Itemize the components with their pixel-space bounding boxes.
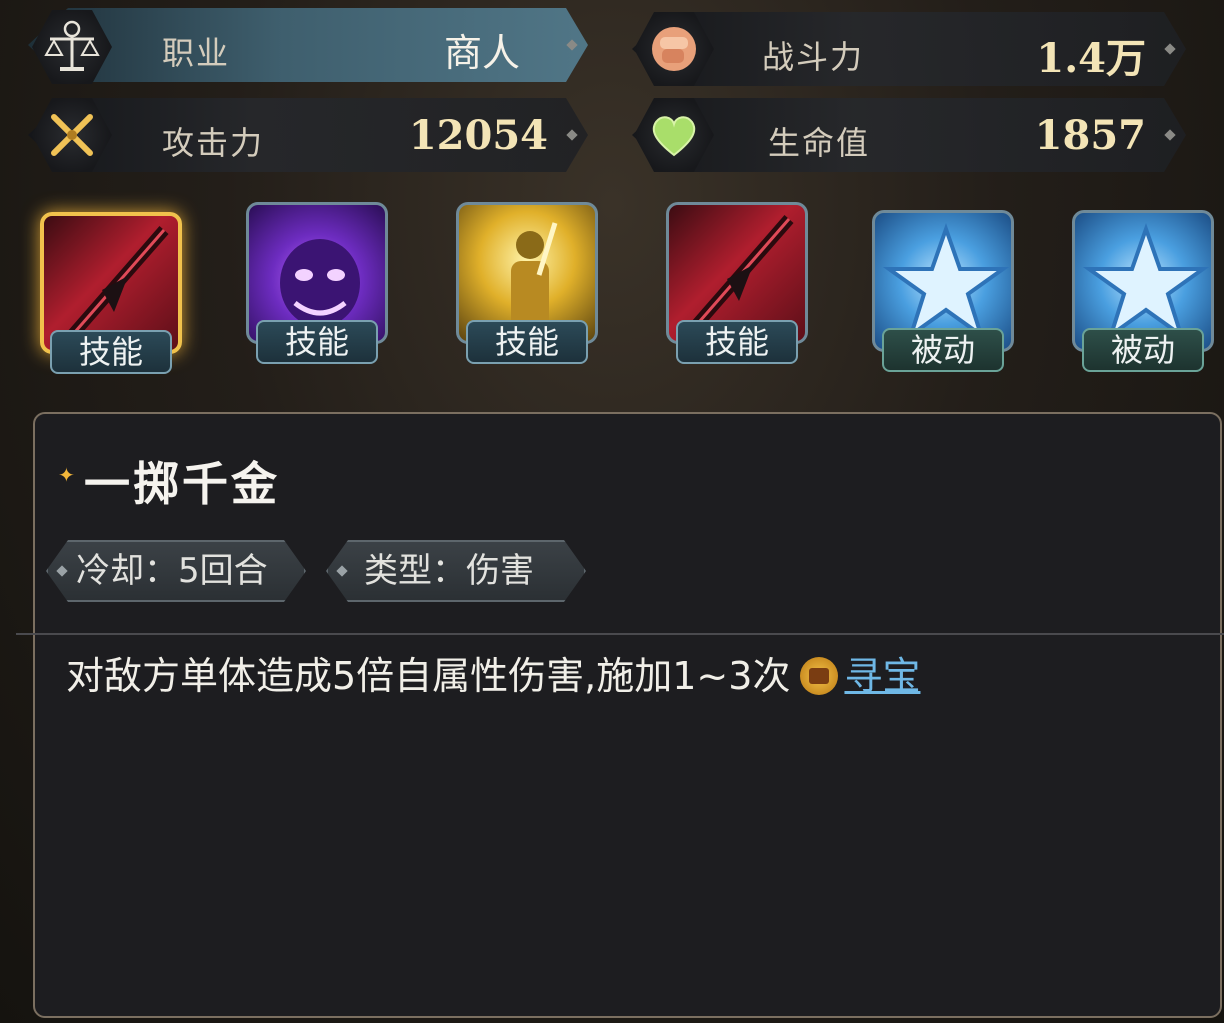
diamond-icon [56, 565, 67, 576]
stat-attack-label: 攻击力 [162, 124, 265, 162]
passive-card-2[interactable]: 被动 [1072, 210, 1214, 372]
cooldown-text: 冷却：5回合 [76, 551, 268, 591]
skill-description: 对敌方单体造成5倍自属性伤害,施加1~3次 寻宝 [66, 645, 920, 701]
skill-tag: 技能 [466, 320, 588, 364]
stat-power-label: 战斗力 [762, 38, 865, 76]
stat-tip [1164, 129, 1175, 140]
stat-tip [566, 129, 577, 140]
skill-card-2[interactable]: 技能 [246, 202, 388, 364]
type-pill: 类型：伤害 [326, 540, 586, 602]
passive-card-1[interactable]: 被动 [872, 210, 1014, 372]
stat-tip [1164, 43, 1175, 54]
stat-power: 战斗力 1.4万 [632, 12, 1186, 86]
stat-attack: 攻击力 12054 [28, 98, 588, 172]
treasure-hunt-link[interactable]: 寻宝 [844, 654, 920, 698]
skill-card-1[interactable]: 技能 [40, 212, 182, 374]
stat-profession-value: 商人 [443, 31, 520, 75]
cooldown-pill: 冷却：5回合 [46, 540, 306, 602]
skill-tag: 技能 [50, 330, 172, 374]
stat-profession: 职业 商人 [28, 8, 588, 82]
passive-tag: 被动 [1082, 328, 1204, 372]
divider [16, 633, 1224, 635]
stat-hp: 生命值 1857 [632, 98, 1186, 172]
skill-card-3[interactable]: 技能 [456, 202, 598, 364]
stat-hp-value: 1857 [1034, 112, 1146, 159]
skill-card-4[interactable]: 技能 [666, 202, 808, 364]
skill-tag: 技能 [676, 320, 798, 364]
type-text: 类型：伤害 [364, 551, 534, 591]
diamond-icon [336, 565, 347, 576]
treasure-chest-icon [800, 656, 839, 695]
passive-tag: 被动 [882, 328, 1004, 372]
stat-tip [566, 39, 577, 50]
skill-tag: 技能 [256, 320, 378, 364]
stat-profession-label: 职业 [162, 34, 231, 72]
skill-title: 一掷千金 [84, 457, 280, 511]
stat-power-value: 1.4万 [1036, 35, 1146, 82]
sparkle-icon: ✦ [58, 463, 75, 487]
description-text: 对敌方单体造成5倍自属性伤害,施加1~3次 [66, 654, 791, 698]
stat-attack-value: 12054 [408, 112, 548, 159]
stat-hp-label: 生命值 [768, 124, 871, 162]
